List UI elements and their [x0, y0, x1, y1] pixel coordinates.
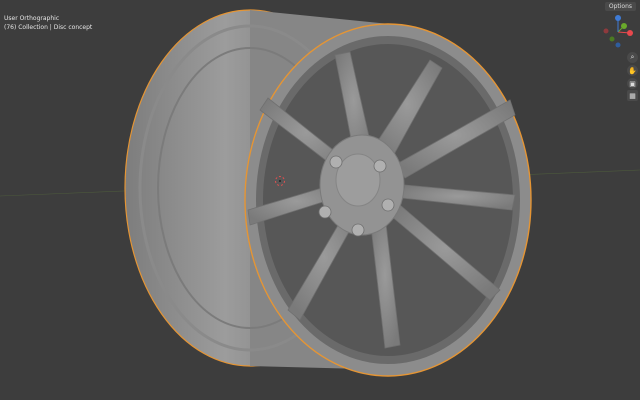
navigation-gizmo[interactable] — [600, 14, 636, 50]
grid-icon[interactable]: ▦ — [627, 90, 638, 101]
z-axis-icon — [615, 15, 621, 21]
neg-y-axis-icon — [609, 36, 615, 42]
hand-pan-icon[interactable]: ✋ — [627, 65, 638, 76]
wheel-scene[interactable] — [0, 0, 640, 400]
camera-icon[interactable]: ▣ — [627, 78, 638, 89]
viewport-info: User Orthographic (76) Collection | Disc… — [4, 14, 92, 32]
y-axis-icon — [621, 23, 627, 29]
center-cap — [335, 153, 381, 207]
collection-label: (76) Collection | Disc concept — [4, 24, 93, 31]
options-button[interactable]: Options — [604, 2, 636, 11]
neg-x-axis-icon — [603, 28, 609, 34]
view-title: User Orthographic — [4, 15, 60, 22]
x-axis-icon — [627, 30, 633, 36]
3d-viewport[interactable]: User Orthographic (76) Collection | Disc… — [0, 0, 640, 400]
neg-z-axis-icon — [615, 42, 621, 48]
zoom-icon[interactable]: ⌕ — [627, 52, 638, 63]
